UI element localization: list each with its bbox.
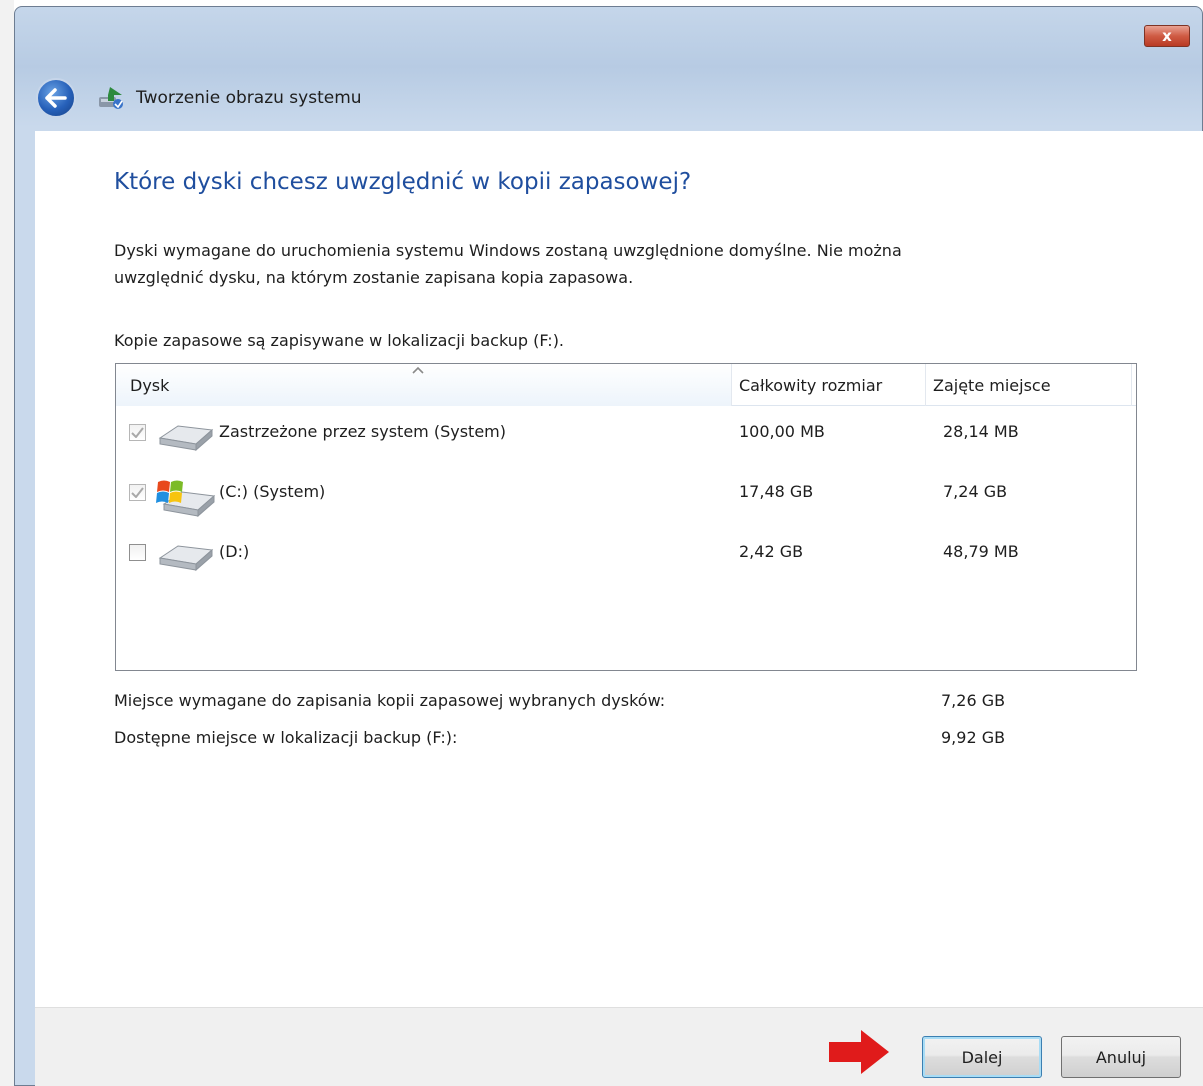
required-space-value: 7,26 GB	[941, 691, 1006, 710]
hard-drive-icon	[158, 425, 214, 452]
close-icon: x	[1162, 27, 1172, 45]
disk-name: (D:)	[219, 542, 250, 561]
checkmark-icon	[131, 487, 144, 498]
sort-ascending-icon	[412, 366, 424, 374]
close-button[interactable]: x	[1144, 25, 1190, 47]
column-header-disk[interactable]: Dysk	[116, 364, 732, 406]
back-arrow-icon	[45, 88, 67, 108]
cancel-button[interactable]: Anuluj	[1061, 1036, 1181, 1078]
backup-location-text: Kopie zapasowe są zapisywane w lokalizac…	[114, 331, 565, 350]
description-line-2: uwzględnić dysku, na którym zostanie zap…	[114, 268, 634, 287]
disk-total-size: 100,00 MB	[739, 422, 825, 441]
window-title: Tworzenie obrazu systemu	[136, 88, 362, 108]
disk-row[interactable]: (C:) (System) 17,48 GB 7,24 GB	[116, 466, 1136, 526]
disk-total-size: 17,48 GB	[739, 482, 814, 501]
disk-list: Dysk Całkowity rozmiar Zajęte miejsce Za…	[115, 363, 1137, 671]
description-line-1: Dyski wymagane do uruchomienia systemu W…	[114, 241, 902, 260]
disk-used-space: 48,79 MB	[943, 542, 1019, 561]
backup-app-icon	[99, 87, 123, 109]
disk-used-space: 28,14 MB	[943, 422, 1019, 441]
disk-list-header: Dysk Całkowity rozmiar Zajęte miejsce	[116, 364, 1136, 406]
description: Dyski wymagane do uruchomienia systemu W…	[114, 237, 1124, 291]
disk-checkbox[interactable]	[129, 544, 146, 561]
available-space-value: 9,92 GB	[941, 728, 1006, 747]
disk-row[interactable]: (D:) 2,42 GB 48,79 MB	[116, 526, 1136, 586]
page-heading: Które dyski chcesz uwzględnić w kopii za…	[114, 169, 692, 195]
column-header-used-space[interactable]: Zajęte miejsce	[926, 364, 1132, 406]
disk-checkbox[interactable]	[129, 424, 146, 441]
disk-row[interactable]: Zastrzeżone przez system (System) 100,00…	[116, 406, 1136, 466]
checkmark-icon	[131, 427, 144, 438]
disk-checkbox[interactable]	[129, 484, 146, 501]
disk-name: Zastrzeżone przez system (System)	[219, 422, 506, 441]
hard-drive-icon	[158, 545, 214, 572]
red-arrow-annotation	[829, 1030, 889, 1074]
disk-used-space: 7,24 GB	[943, 482, 1008, 501]
disk-name: (C:) (System)	[219, 482, 326, 501]
required-space-label: Miejsce wymagane do zapisania kopii zapa…	[114, 691, 666, 710]
disk-total-size: 2,42 GB	[739, 542, 804, 561]
windows-drive-icon	[156, 480, 216, 518]
column-header-disk-label: Dysk	[130, 375, 170, 395]
next-button[interactable]: Dalej	[922, 1036, 1042, 1078]
header-bar: Tworzenie obrazu systemu	[16, 71, 1201, 125]
background-strip	[0, 0, 14, 1086]
available-space-label: Dostępne miejsce w lokalizacji backup (F…	[114, 728, 458, 747]
dialog-window: x Tworzenie obrazu systemu Które dyski c…	[14, 6, 1203, 1086]
footer-bar: Dalej Anuluj	[35, 1007, 1203, 1086]
back-button[interactable]	[36, 78, 76, 118]
content-area: Które dyski chcesz uwzględnić w kopii za…	[35, 131, 1203, 1007]
column-header-total-size[interactable]: Całkowity rozmiar	[732, 364, 926, 406]
